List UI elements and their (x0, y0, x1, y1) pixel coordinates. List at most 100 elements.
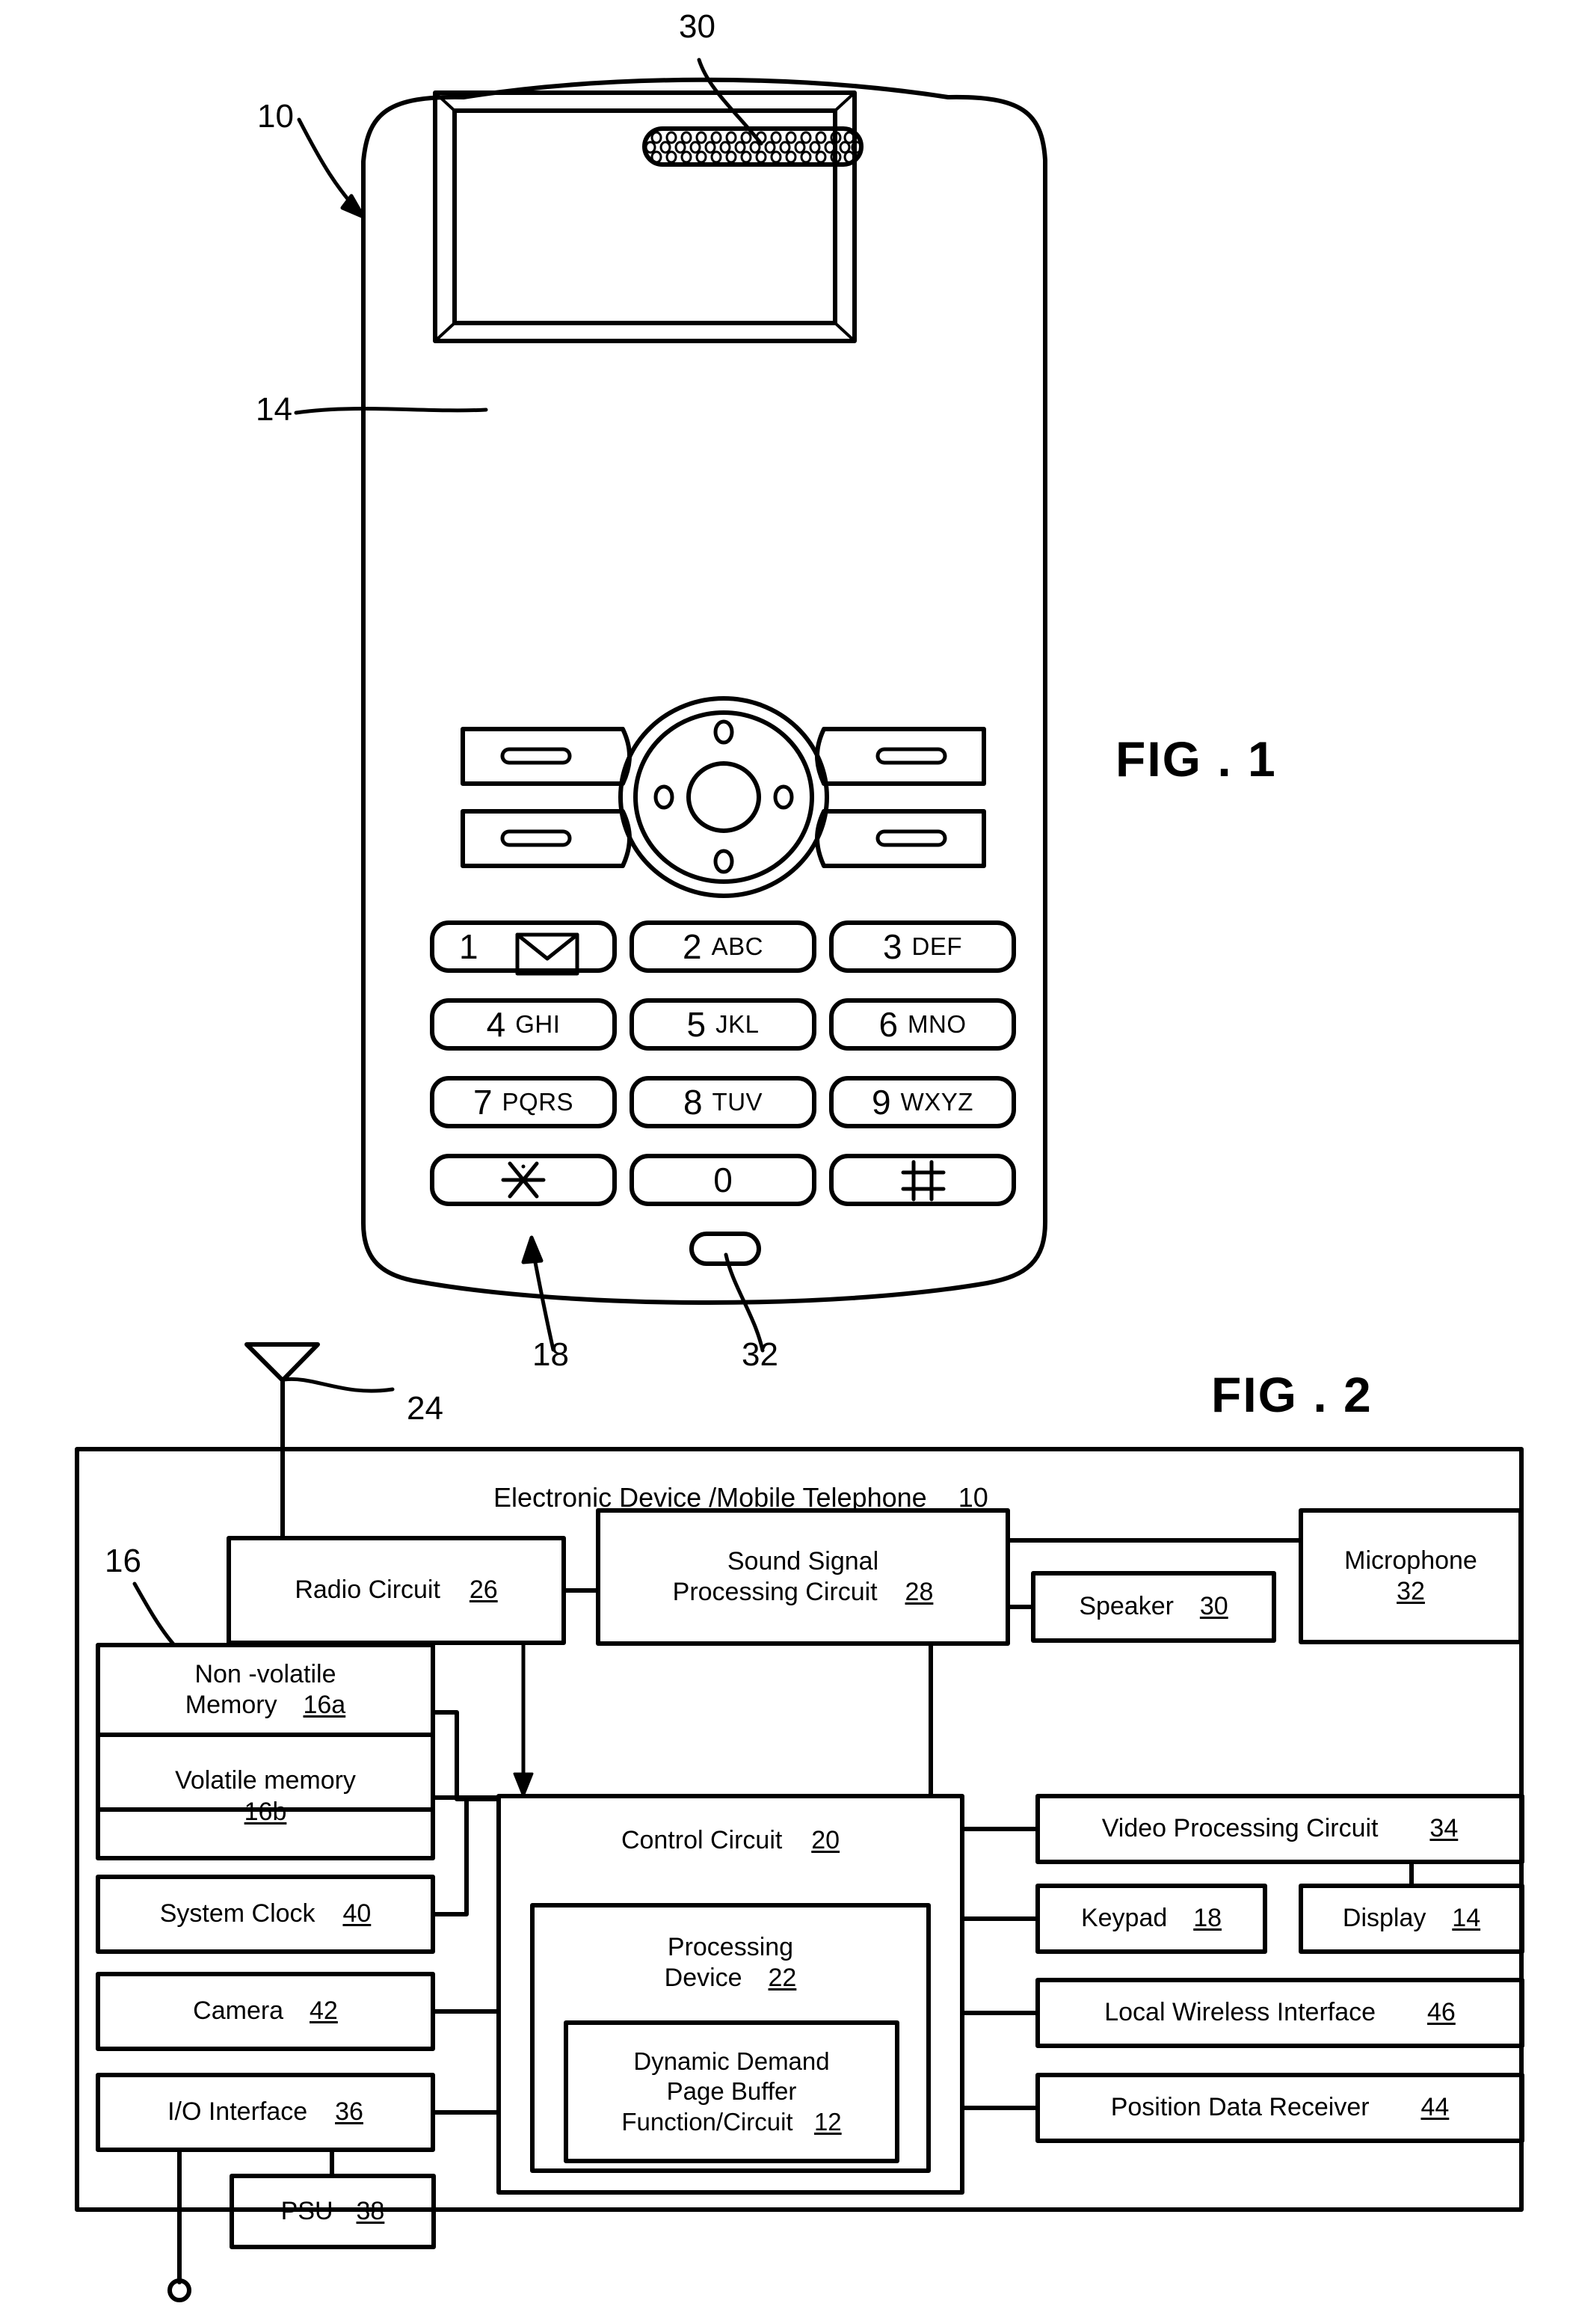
patent-figure-sheet: FIG . 1 10 30 14 18 32 1 2 ABC 3 DEF 4 G… (0, 0, 1576, 2324)
leader-30 (697, 58, 763, 146)
keypad-key-6[interactable]: 6 MNO (831, 1000, 1014, 1048)
leader-16 (132, 1581, 176, 1647)
local-wireless-label: Local Wireless Interface 46 (1038, 1980, 1522, 2046)
volatile-memory-label: Volatile memory 16b (98, 1735, 433, 1858)
sound-signal-line2: Processing Circuit (672, 1578, 878, 1606)
video-processing-ref: 34 (1429, 1814, 1459, 1843)
microphone-ref: 32 (1397, 1577, 1425, 1605)
fig2-title: FIG . 2 (1211, 1367, 1373, 1422)
ref-18: 18 (532, 1336, 569, 1373)
navpad-inner-ring (633, 710, 814, 884)
keypad-key-hash[interactable] (831, 1156, 1014, 1204)
fig2-diagram-title-text: Electronic Device /Mobile Telephone (493, 1482, 927, 1513)
keypad-text: Keypad (1080, 1904, 1168, 1933)
keypad-key-3-digit: 3 (882, 927, 902, 966)
ref-24: 24 (407, 1390, 443, 1427)
keypad-key-5-letters: JKL (715, 1010, 760, 1038)
io-interface-text: I/O Interface (167, 2097, 308, 2127)
softkey-top-left (461, 727, 632, 786)
keypad-key-9[interactable]: 9 WXYZ (831, 1078, 1014, 1126)
antenna-24 (244, 1342, 395, 1490)
keypad-key-6-letters: MNO (908, 1010, 967, 1038)
leader-14 (294, 407, 488, 415)
microphone-label: Microphone 32 (1301, 1510, 1521, 1642)
keypad-ref: 18 (1193, 1904, 1222, 1933)
display-ref: 14 (1452, 1904, 1481, 1933)
navpad-left-dot (653, 784, 674, 810)
speaker-label: Speaker 30 (1033, 1573, 1274, 1641)
keypad-key-8[interactable]: 8 TUV (632, 1078, 814, 1126)
softkey-bottom-right (815, 809, 986, 868)
volatile-memory-ref: 16b (244, 1797, 287, 1826)
antenna-leader (282, 1377, 395, 1393)
speaker-text: Speaker (1079, 1592, 1174, 1621)
navpad-outer-ring (618, 696, 829, 898)
control-circuit-label: Control Circuit 20 (499, 1796, 962, 1886)
local-wireless-ref: 46 (1426, 1998, 1456, 2027)
radio-circuit-ref: 26 (469, 1576, 498, 1605)
keypad-key-6-digit: 6 (878, 1005, 899, 1044)
navpad-center-button (686, 761, 761, 833)
keypad-key-1-digit: 1 (459, 927, 478, 966)
softkey-bottom-left-slot (500, 829, 572, 847)
system-clock-text: System Clock (159, 1899, 315, 1928)
psu-text: PSU (280, 2196, 333, 2225)
keypad-key-3-letters: DEF (911, 932, 963, 960)
softkey-bottom-right-slot (875, 829, 947, 847)
nonvolatile-memory-ref: 16a (303, 1691, 346, 1719)
radio-circuit-text: Radio Circuit (295, 1576, 440, 1605)
nonvolatile-memory-label: Non -volatile Memory 16a (98, 1645, 433, 1735)
keypad-key-0[interactable]: 0 (632, 1156, 814, 1204)
keypad-key-7-letters: PQRS (502, 1088, 574, 1116)
sound-signal-label: Sound Signal Processing Circuit 28 (598, 1510, 1008, 1644)
keypad-key-4[interactable]: 4 GHI (432, 1000, 615, 1048)
camera-ref: 42 (310, 1996, 338, 2026)
position-data-text: Position Data Receiver (1110, 2093, 1370, 2122)
io-interface-ref: 36 (335, 2097, 363, 2127)
control-circuit-ref: 20 (811, 1826, 840, 1855)
keypad-key-5[interactable]: 5 JKL (632, 1000, 814, 1048)
processing-device-label: Processing Device 22 (532, 1914, 929, 2011)
processing-device-line1: Processing (667, 1932, 794, 1961)
display-text: Display (1342, 1904, 1426, 1933)
camera-label: Camera 42 (98, 1974, 433, 2049)
keypad-key-5-digit: 5 (686, 1005, 707, 1044)
keypad-key-2-digit: 2 (683, 927, 702, 966)
navpad-up-dot (713, 719, 734, 745)
keypad-key-2[interactable]: 2 ABC (632, 923, 814, 971)
psu-label: PSU 38 (232, 2176, 434, 2247)
keypad-key-0-digit: 0 (713, 1161, 733, 1199)
system-clock-label: System Clock 40 (98, 1877, 433, 1952)
navpad-down-dot (713, 849, 734, 874)
nonvolatile-memory-line1: Non -volatile (194, 1659, 336, 1688)
keypad-key-4-digit: 4 (486, 1005, 506, 1044)
nonvolatile-memory-line2: Memory (185, 1691, 277, 1719)
sound-signal-ref: 28 (905, 1578, 934, 1606)
ddpb-line3: Function/Circuit (621, 2107, 793, 2136)
control-circuit-text: Control Circuit (621, 1826, 783, 1855)
keypad-key-8-digit: 8 (683, 1083, 703, 1122)
keypad-key-8-letters: TUV (712, 1088, 763, 1116)
softkey-bottom-left (461, 809, 632, 868)
io-interface-label: I/O Interface 36 (98, 2075, 433, 2150)
keypad-key-7-digit: 7 (473, 1083, 493, 1122)
keypad-key-2-letters: ABC (711, 932, 763, 960)
ref-14: 14 (256, 391, 292, 428)
system-clock-ref: 40 (342, 1899, 372, 1928)
keypad-key-star[interactable] (432, 1156, 615, 1204)
keypad-key-9-letters: WXYZ (900, 1088, 973, 1116)
keypad-key-3[interactable]: 3 DEF (831, 923, 1014, 971)
keypad-key-1[interactable]: 1 (432, 923, 641, 971)
ref-30: 30 (679, 8, 715, 45)
fig2-diagram-title: Electronic Device /Mobile Telephone 10 (493, 1482, 988, 1513)
processing-device-ref: 22 (768, 1964, 797, 1992)
keypad-key-7[interactable]: 7 PQRS (432, 1078, 615, 1126)
position-data-ref: 44 (1420, 2093, 1450, 2122)
keypad-key-9-digit: 9 (872, 1083, 891, 1122)
video-processing-text: Video Processing Circuit (1101, 1814, 1379, 1843)
speaker-ref: 30 (1199, 1592, 1228, 1621)
volatile-memory-text: Volatile memory (175, 1766, 356, 1795)
softkey-top-right-slot (875, 747, 947, 765)
leader-18-arrowhead (521, 1235, 544, 1264)
ddpb-ref: 12 (813, 2107, 842, 2136)
